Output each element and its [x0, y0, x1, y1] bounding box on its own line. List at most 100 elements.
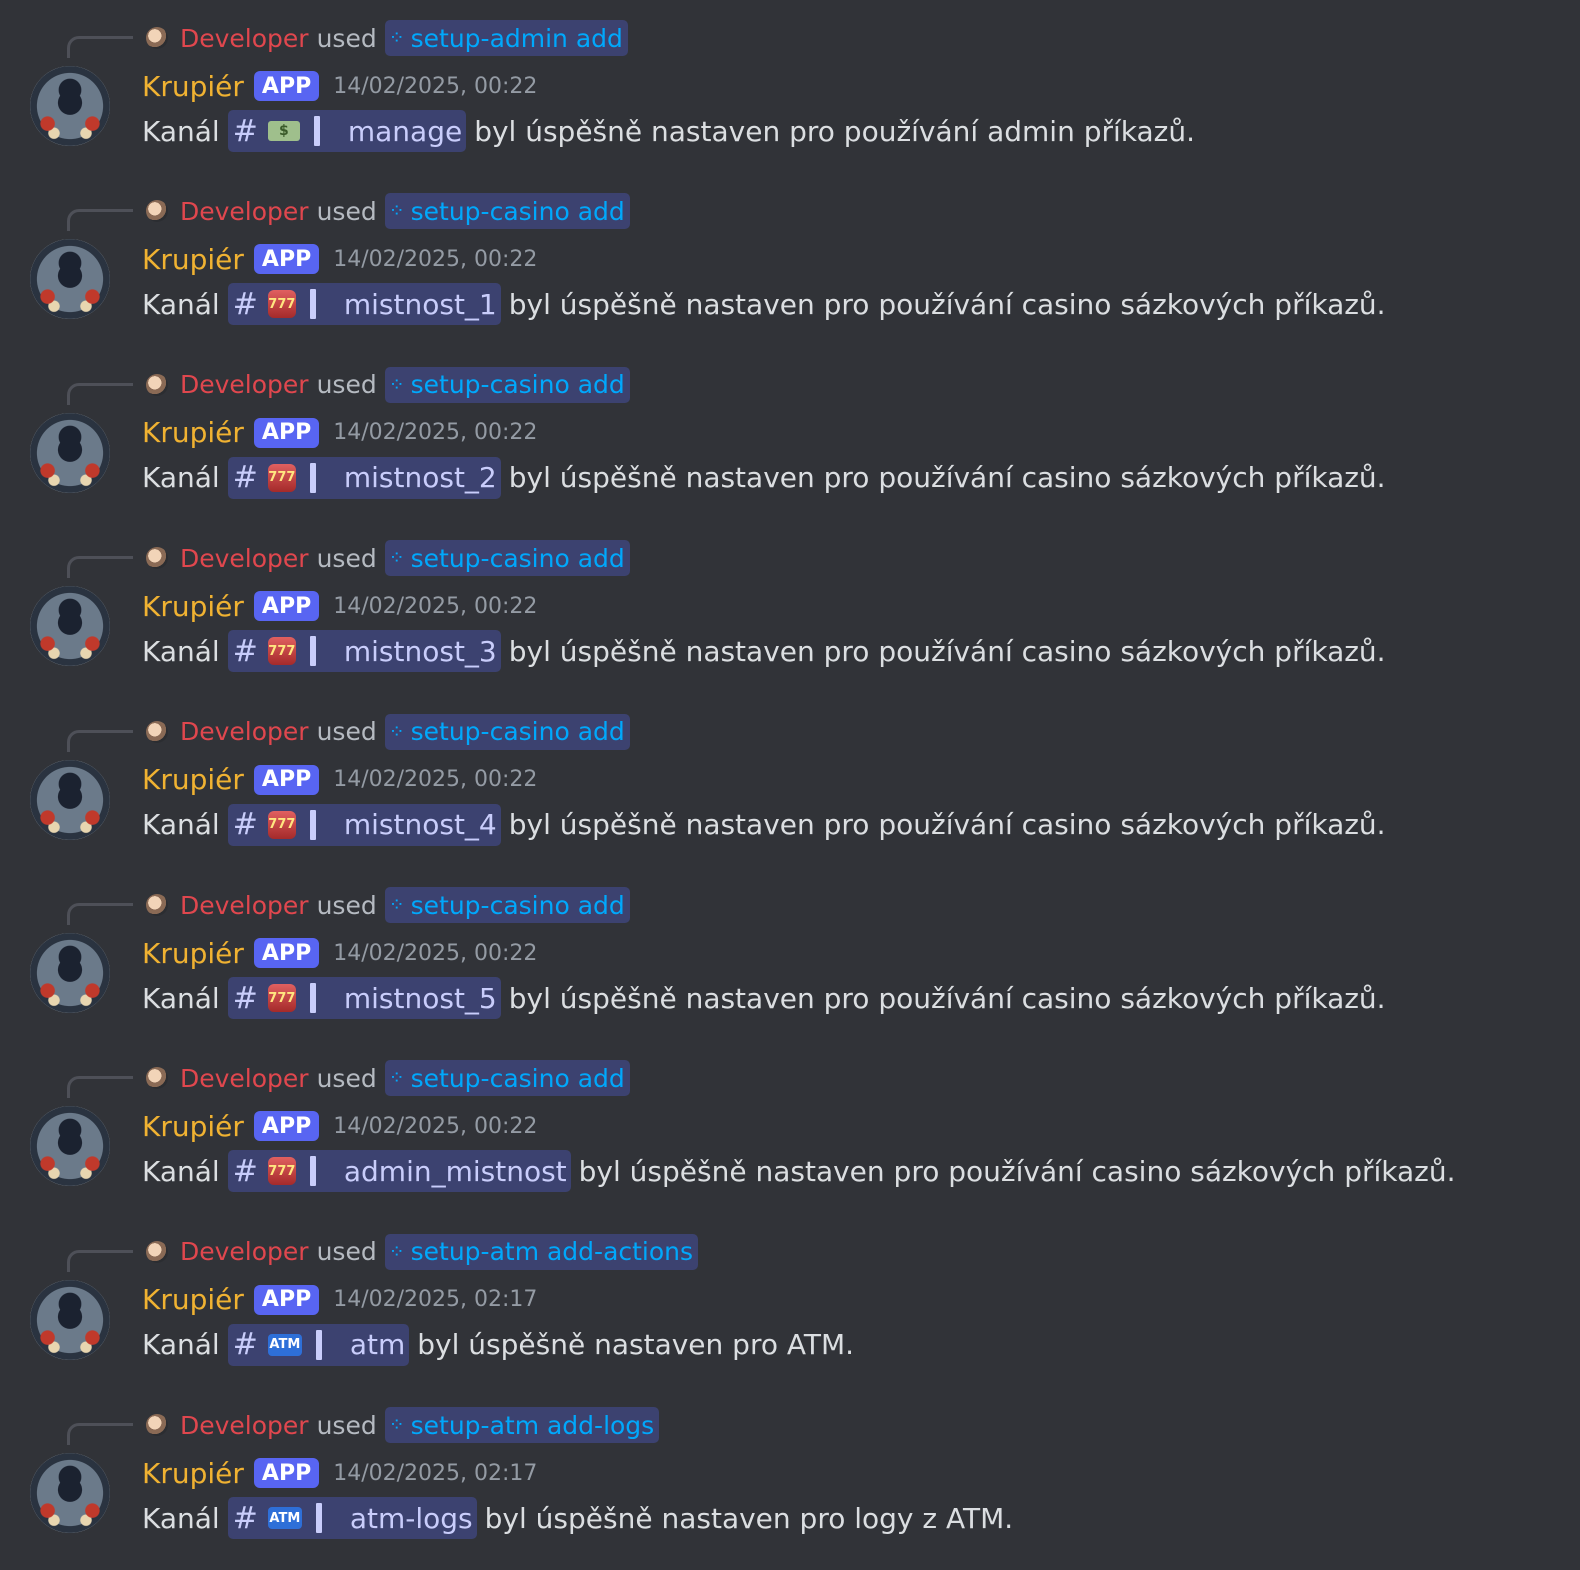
reply-username[interactable]: Developer: [180, 197, 309, 226]
reply-spine: [67, 1423, 133, 1446]
developer-avatar-icon[interactable]: [146, 1067, 168, 1090]
channel-mention[interactable]: # ATM atm-logs: [227, 1497, 477, 1540]
developer-avatar-icon[interactable]: [146, 547, 168, 570]
reply-username[interactable]: Developer: [180, 1411, 309, 1440]
author-name[interactable]: Krupiér: [142, 763, 244, 796]
developer-avatar-icon[interactable]: [146, 27, 168, 49]
message-timestamp[interactable]: 14/02/2025, 02:17: [333, 1287, 537, 1312]
bot-avatar[interactable]: [30, 412, 110, 493]
author-name[interactable]: Krupiér: [142, 1110, 244, 1143]
reply-spine: [67, 382, 133, 405]
slash-command-link[interactable]: ⁘ setup-casino add: [384, 713, 630, 750]
app-badge: APP: [253, 1111, 320, 1142]
channel-hash-icon: #: [232, 1327, 258, 1363]
message-content: Kanál # 777 mistnost_4 byl úspěšně nasta…: [142, 803, 1386, 846]
developer-avatar-icon[interactable]: [146, 720, 168, 743]
bot-avatar[interactable]: [30, 66, 110, 146]
channel-separator-bar: [309, 983, 316, 1013]
author-name[interactable]: Krupiér: [142, 243, 244, 276]
reply-verb: used: [316, 196, 377, 226]
app-badge: APP: [253, 938, 320, 968]
command-reply-context[interactable]: Developer used ⁘ setup-casino add: [146, 887, 630, 923]
developer-avatar-icon[interactable]: [146, 200, 168, 223]
reply-username[interactable]: Developer: [180, 1064, 309, 1093]
developer-avatar-icon[interactable]: [146, 894, 168, 916]
command-reply-context[interactable]: Developer used ⁘ setup-casino add: [146, 540, 630, 577]
reply-username[interactable]: Developer: [180, 370, 309, 399]
bot-avatar[interactable]: [30, 1453, 110, 1534]
message-prefix: Kanál: [142, 1154, 220, 1188]
slash-command-link[interactable]: ⁘ setup-casino add: [384, 887, 630, 923]
message-timestamp[interactable]: 14/02/2025, 00:22: [333, 247, 537, 272]
message-header: Krupiér APP 14/02/2025, 00:22: [142, 68, 537, 104]
author-name[interactable]: Krupiér: [142, 1283, 244, 1316]
author-name[interactable]: Krupiér: [142, 70, 244, 103]
channel-mention[interactable]: # ATM atm: [227, 1323, 410, 1366]
message-timestamp[interactable]: 14/02/2025, 02:17: [333, 1461, 537, 1486]
channel-mention[interactable]: # $ manage: [227, 110, 467, 152]
message-content: Kanál # $ manage byl úspěšně nastaven pr…: [142, 110, 1195, 152]
channel-mention[interactable]: # 777 mistnost_2: [227, 456, 501, 499]
slash-command-link[interactable]: ⁘ setup-atm add-logs: [384, 1407, 660, 1444]
message-prefix: Kanál: [142, 287, 220, 321]
slash-command-link[interactable]: ⁘ setup-atm add-actions: [384, 1233, 699, 1270]
message-timestamp[interactable]: 14/02/2025, 00:22: [333, 420, 537, 445]
slash-command-link[interactable]: ⁘ setup-casino add: [384, 193, 630, 230]
command-reply-context[interactable]: Developer used ⁘ setup-casino add: [146, 1060, 630, 1097]
bot-avatar[interactable]: [30, 1106, 110, 1187]
author-name[interactable]: Krupiér: [142, 590, 244, 623]
channel-mention[interactable]: # 777 mistnost_1: [227, 283, 501, 326]
message-timestamp[interactable]: 14/02/2025, 00:22: [333, 941, 537, 966]
reply-verb: used: [316, 23, 377, 53]
atm-icon: ATM: [267, 1333, 302, 1356]
bot-avatar[interactable]: [30, 586, 110, 667]
message-timestamp[interactable]: 14/02/2025, 00:22: [333, 594, 537, 619]
author-name[interactable]: Krupiér: [142, 1457, 244, 1490]
bot-avatar[interactable]: [30, 933, 110, 1013]
command-reply-context[interactable]: Developer used ⁘ setup-casino add: [146, 713, 630, 750]
slash-command-link[interactable]: ⁘ setup-admin add: [384, 20, 628, 56]
message-suffix: byl úspěšně nastaven pro používání casin…: [508, 287, 1386, 321]
reply-username[interactable]: Developer: [180, 1237, 309, 1266]
message-suffix: byl úspěšně nastaven pro používání casin…: [508, 634, 1386, 668]
message-timestamp[interactable]: 14/02/2025, 00:22: [333, 74, 537, 99]
command-reply-context[interactable]: Developer used ⁘ setup-casino add: [146, 193, 630, 230]
channel-separator-bar: [309, 1156, 316, 1187]
channel-mention[interactable]: # 777 mistnost_5: [227, 977, 501, 1019]
developer-avatar-icon[interactable]: [146, 373, 168, 396]
command-reply-context[interactable]: Developer used ⁘ setup-casino add: [146, 366, 630, 403]
channel-mention[interactable]: # 777 admin_mistnost: [227, 1150, 571, 1193]
channel-name: mistnost_1: [343, 287, 497, 321]
developer-avatar-icon[interactable]: [146, 1240, 168, 1263]
message: Developer used ⁘ setup-atm add-logs Krup…: [0, 1387, 1580, 1557]
command-reply-context[interactable]: Developer used ⁘ setup-atm add-actions: [146, 1233, 699, 1270]
slash-command-icon: ⁘: [388, 1240, 405, 1263]
message-header: Krupiér APP 14/02/2025, 02:17: [142, 1455, 537, 1491]
channel-mention[interactable]: # 777 mistnost_3: [227, 630, 501, 673]
reply-username[interactable]: Developer: [180, 24, 309, 53]
developer-avatar-icon[interactable]: [146, 1414, 168, 1437]
channel-hash-icon: #: [232, 807, 258, 843]
reply-username[interactable]: Developer: [180, 544, 309, 573]
app-badge: APP: [253, 417, 320, 448]
bot-avatar[interactable]: [30, 759, 110, 840]
channel-mention[interactable]: # 777 mistnost_4: [227, 803, 501, 846]
command-reply-context[interactable]: Developer used ⁘ setup-admin add: [146, 20, 628, 56]
slash-command-icon: ⁘: [388, 894, 405, 916]
channel-name: manage: [347, 114, 463, 148]
reply-spine: [67, 1076, 133, 1099]
author-name[interactable]: Krupiér: [142, 416, 244, 449]
reply-username[interactable]: Developer: [180, 717, 309, 746]
slash-command-icon: ⁘: [388, 1414, 405, 1437]
reply-username[interactable]: Developer: [180, 891, 309, 920]
bot-avatar[interactable]: [30, 239, 110, 320]
slash-command-link[interactable]: ⁘ setup-casino add: [384, 540, 630, 577]
message-timestamp[interactable]: 14/02/2025, 00:22: [333, 1114, 537, 1139]
message-timestamp[interactable]: 14/02/2025, 00:22: [333, 767, 537, 792]
command-reply-context[interactable]: Developer used ⁘ setup-atm add-logs: [146, 1407, 660, 1444]
reply-verb: used: [316, 370, 377, 400]
author-name[interactable]: Krupiér: [142, 937, 244, 970]
slash-command-link[interactable]: ⁘ setup-casino add: [384, 366, 630, 403]
slash-command-link[interactable]: ⁘ setup-casino add: [384, 1060, 630, 1097]
bot-avatar[interactable]: [30, 1279, 110, 1360]
